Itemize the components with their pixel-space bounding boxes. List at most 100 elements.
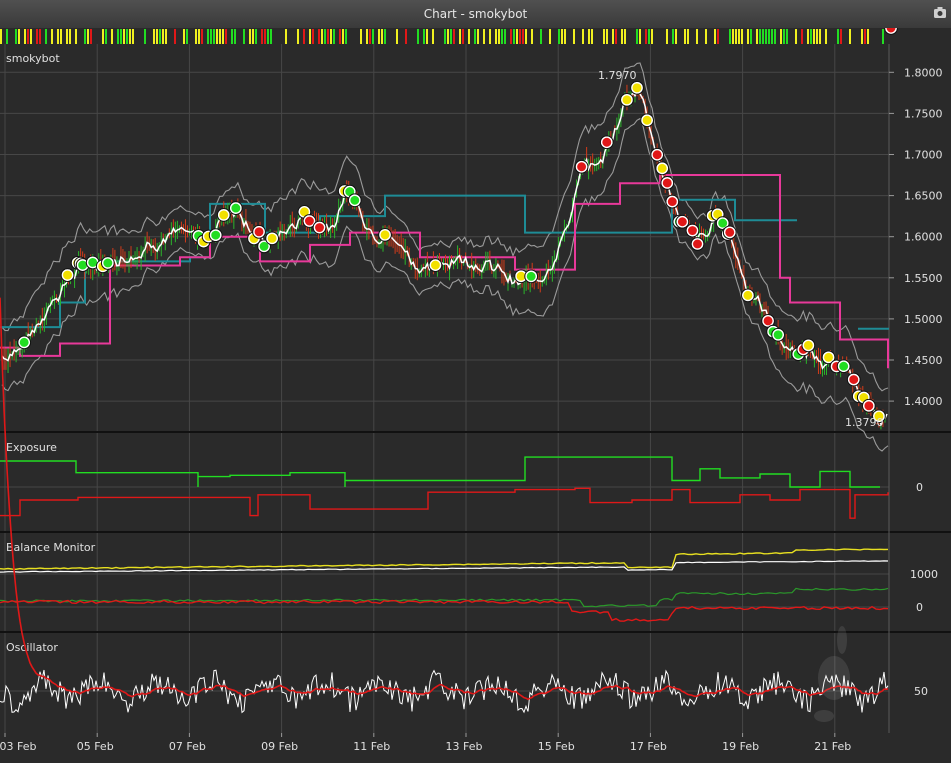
signal-tick bbox=[219, 29, 221, 44]
signal-tick bbox=[786, 29, 788, 44]
trade-marker-circle bbox=[209, 229, 222, 242]
signal-tick bbox=[132, 29, 134, 44]
trade-marker-circle bbox=[18, 336, 31, 349]
signal-tick bbox=[255, 29, 257, 44]
signal-tick bbox=[498, 29, 500, 44]
signal-tick bbox=[195, 29, 197, 44]
trade-marker-circle bbox=[885, 22, 897, 34]
signal-tick bbox=[303, 29, 305, 44]
signal-tick bbox=[90, 29, 92, 44]
signal-tick bbox=[795, 29, 797, 44]
signal-tick bbox=[750, 29, 752, 44]
signal-tick bbox=[120, 29, 122, 44]
signal-tick bbox=[264, 29, 266, 44]
trade-marker bbox=[312, 220, 327, 235]
signal-tick bbox=[423, 29, 425, 44]
high-price-label: 1.7970 bbox=[598, 69, 637, 82]
rabbit-watermark-icon bbox=[814, 626, 850, 722]
trade-marker bbox=[660, 176, 675, 190]
signal-tick bbox=[156, 29, 158, 44]
chart-area[interactable]: smokybot 1.7970 1.3790 1.8000 1.7500 1.700… bbox=[0, 21, 951, 759]
trade-marker-circle bbox=[217, 208, 230, 221]
signal-tick bbox=[318, 29, 320, 44]
signal-tick bbox=[513, 29, 515, 44]
trade-marker-circle bbox=[575, 160, 588, 173]
trade-marker-circle bbox=[762, 314, 775, 327]
trade-marker-circle bbox=[676, 215, 689, 228]
signal-tick bbox=[624, 29, 626, 44]
signal-tick bbox=[747, 29, 749, 44]
exposure-short-line bbox=[0, 487, 889, 519]
signal-tick bbox=[312, 29, 314, 44]
signal-tick bbox=[405, 29, 407, 44]
signal-strip bbox=[0, 29, 884, 44]
trade-marker bbox=[630, 80, 644, 95]
signal-tick bbox=[105, 29, 107, 44]
signal-tick bbox=[297, 29, 299, 44]
signal-tick bbox=[243, 29, 245, 44]
trade-marker-circle bbox=[862, 399, 875, 412]
trade-marker bbox=[650, 147, 665, 162]
signal-tick bbox=[453, 29, 455, 44]
signal-tick bbox=[210, 29, 212, 44]
signal-tick bbox=[648, 29, 650, 44]
signal-tick bbox=[801, 29, 803, 44]
trade-marker bbox=[640, 113, 654, 128]
trade-marker bbox=[846, 372, 861, 387]
signal-tick bbox=[51, 29, 53, 44]
signal-tick bbox=[849, 29, 851, 44]
signal-tick bbox=[489, 29, 491, 44]
trade-marker-circle bbox=[641, 114, 654, 127]
trade-marker bbox=[252, 224, 266, 239]
signal-tick bbox=[30, 29, 32, 44]
price-tick-label: 1.4000 bbox=[904, 395, 943, 408]
signal-tick bbox=[687, 29, 689, 44]
exposure-panel: Exposure 0 bbox=[0, 441, 923, 519]
trade-marker-circle bbox=[656, 162, 669, 175]
signal-tick bbox=[765, 29, 767, 44]
signal-tick bbox=[183, 29, 185, 44]
signal-tick bbox=[123, 29, 125, 44]
oscillator-panel: Oscillator 50 bbox=[0, 297, 928, 722]
signal-tick bbox=[807, 29, 809, 44]
trade-marker-circle bbox=[101, 257, 114, 269]
trade-marker-circle bbox=[691, 238, 704, 250]
signal-tick bbox=[504, 29, 506, 44]
signal-tick bbox=[783, 29, 785, 44]
oscillator-tick-50: 50 bbox=[914, 685, 928, 698]
chart-svg[interactable]: smokybot 1.7970 1.3790 1.8000 1.7500 1.700… bbox=[0, 21, 951, 759]
signal-tick bbox=[462, 29, 464, 44]
trade-marker-circle bbox=[822, 351, 835, 364]
signal-tick bbox=[519, 29, 521, 44]
camera-icon[interactable] bbox=[933, 6, 947, 19]
trade-marker bbox=[861, 398, 876, 413]
trade-marker bbox=[574, 159, 589, 174]
signal-tick bbox=[459, 29, 461, 44]
signal-tick bbox=[207, 29, 209, 44]
signal-tick bbox=[345, 29, 347, 44]
trade-marker bbox=[884, 21, 898, 35]
signal-tick bbox=[144, 29, 146, 44]
trade-marker bbox=[801, 338, 816, 353]
exposure-tick-0: 0 bbox=[916, 481, 923, 494]
date-tick-label: 17 Feb bbox=[630, 740, 667, 753]
lower-step-line bbox=[0, 174, 889, 369]
signal-tick bbox=[426, 29, 428, 44]
date-tick-label: 07 Feb bbox=[169, 740, 206, 753]
price-axis: 1.8000 1.7500 1.7000 1.6500 1.6000 1.5500 1.50… bbox=[889, 66, 943, 408]
trade-marker-circle bbox=[600, 136, 613, 149]
signal-tick bbox=[249, 29, 251, 44]
signal-tick bbox=[813, 29, 815, 44]
trade-marker bbox=[771, 327, 786, 342]
signal-tick bbox=[174, 29, 176, 44]
exposure-panel-label: Exposure bbox=[6, 441, 57, 454]
price-tick-label: 1.7000 bbox=[904, 149, 943, 162]
signal-tick bbox=[612, 29, 614, 44]
signal-tick bbox=[861, 29, 863, 44]
trade-marker-circle bbox=[525, 270, 538, 283]
trade-marker-circle bbox=[348, 194, 361, 207]
balance-white-line bbox=[0, 560, 889, 573]
signal-tick bbox=[309, 29, 311, 44]
signal-tick bbox=[759, 29, 761, 44]
trade-marker bbox=[347, 193, 362, 208]
